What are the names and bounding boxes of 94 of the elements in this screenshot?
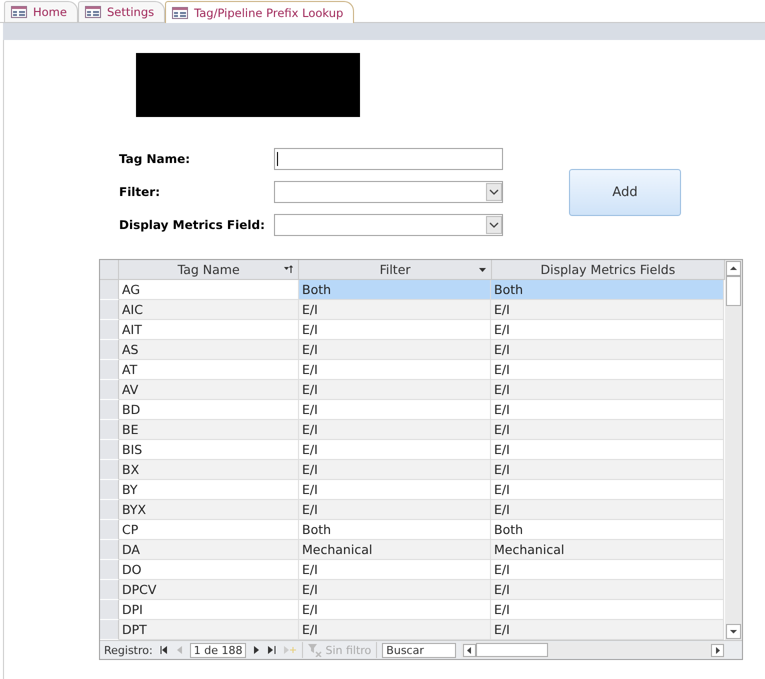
table-cell: E/I [491, 300, 724, 320]
document-tab[interactable]: Settings [78, 1, 166, 22]
table-cell: E/I [299, 620, 491, 640]
table-cell: AIC [119, 300, 299, 320]
table-row[interactable]: BE E/I E/I [100, 420, 725, 440]
column-header[interactable]: Tag Name [118, 260, 300, 280]
new-record-icon[interactable] [283, 645, 298, 655]
table-cell: E/I [491, 580, 724, 600]
table-row[interactable]: AG Both Both [100, 280, 725, 300]
combo-box[interactable] [274, 181, 503, 203]
table-cell: AV [119, 380, 299, 400]
next-record-icon[interactable] [251, 645, 262, 655]
row-selector[interactable] [100, 600, 119, 620]
row-selector[interactable] [100, 380, 119, 400]
row-selector[interactable] [100, 440, 119, 460]
table-cell: E/I [299, 460, 491, 480]
row-selector[interactable] [100, 520, 119, 540]
table-cell: DA [119, 540, 299, 560]
table-row[interactable]: DPCV E/I E/I [100, 580, 725, 600]
scroll-right-icon[interactable] [711, 644, 724, 656]
row-selector[interactable] [100, 280, 119, 300]
row-selector[interactable] [100, 340, 119, 360]
row-selector[interactable] [100, 580, 119, 600]
column-header[interactable]: Display Metrics Fields [492, 260, 725, 280]
dropdown-arrow-icon [478, 268, 486, 272]
last-record-icon[interactable] [266, 645, 278, 655]
document-tab[interactable]: Home [4, 1, 78, 22]
table-row[interactable]: DPT E/I E/I [100, 620, 725, 640]
scroll-thumb[interactable] [726, 276, 741, 306]
table-cell: E/I [299, 300, 491, 320]
combo-box[interactable] [274, 214, 503, 236]
table-cell: Mechanical [491, 540, 724, 560]
column-header[interactable]: Filter [299, 260, 492, 280]
filter-off-icon [308, 644, 322, 656]
table-row[interactable]: BX E/I E/I [100, 460, 725, 480]
row-selector[interactable] [100, 500, 119, 520]
table-row[interactable]: AIC E/I E/I [100, 300, 725, 320]
table-cell: E/I [299, 580, 491, 600]
row-selector[interactable] [100, 420, 119, 440]
search-field[interactable]: Buscar [382, 642, 456, 658]
table-cell: DPT [119, 620, 299, 640]
table-row[interactable]: BYX E/I E/I [100, 500, 725, 520]
text-field[interactable] [274, 148, 503, 170]
row-selector[interactable] [100, 320, 119, 340]
table-cell: E/I [299, 380, 491, 400]
table-cell: BX [119, 460, 299, 480]
table-cell: E/I [491, 380, 724, 400]
table-cell: Mechanical [299, 540, 491, 560]
form-icon [84, 6, 101, 18]
table-row[interactable]: DA Mechanical Mechanical [100, 540, 725, 560]
scroll-left-icon[interactable] [463, 644, 476, 656]
record-label: Registro: [104, 644, 153, 656]
row-selector[interactable] [100, 400, 119, 420]
vertical-scrollbar[interactable] [725, 260, 742, 640]
table-cell: AS [119, 340, 299, 360]
select-all-corner[interactable] [100, 260, 119, 280]
table-row[interactable]: AV E/I E/I [100, 380, 725, 400]
field-label: Display Metrics Field: [119, 218, 266, 232]
scroll-down-icon[interactable] [726, 624, 741, 639]
row-selector[interactable] [100, 480, 119, 500]
table-cell: Both [491, 280, 724, 300]
record-position-field[interactable]: 1 de 188 [190, 642, 246, 658]
table-cell: E/I [491, 620, 724, 640]
table-cell: E/I [299, 420, 491, 440]
table-cell: E/I [491, 340, 724, 360]
table-cell: E/I [299, 340, 491, 360]
table-row[interactable]: AS E/I E/I [100, 340, 725, 360]
row-selector[interactable] [100, 620, 119, 640]
table-cell: E/I [299, 500, 491, 520]
document-tab[interactable]: Tag/Pipeline Prefix Lookup [165, 1, 354, 23]
horizontal-scrollbar[interactable] [461, 642, 724, 658]
table-cell: AG [119, 280, 299, 300]
row-selector[interactable] [100, 560, 119, 580]
form-icon [11, 6, 27, 18]
add-button[interactable]: Add [569, 168, 681, 216]
form-icon [172, 6, 188, 18]
sort-filter-icon [284, 265, 294, 274]
scroll-thumb[interactable] [476, 643, 548, 657]
row-selector[interactable] [100, 460, 119, 480]
table-cell: DPCV [119, 580, 299, 600]
first-record-icon[interactable] [158, 645, 170, 655]
previous-record-icon[interactable] [174, 645, 185, 655]
table-cell: E/I [491, 500, 724, 520]
table-cell: BE [119, 420, 299, 440]
field-label: Tag Name: [119, 152, 192, 166]
table-cell: Both [299, 280, 491, 300]
table-cell: E/I [491, 460, 724, 480]
row-selector[interactable] [100, 360, 119, 380]
row-selector[interactable] [100, 300, 119, 320]
table-cell: E/I [491, 420, 724, 440]
table-cell: BYX [119, 500, 299, 520]
scroll-up-icon[interactable] [726, 261, 741, 276]
row-selector[interactable] [100, 540, 119, 560]
field-label: Filter: [119, 185, 162, 199]
